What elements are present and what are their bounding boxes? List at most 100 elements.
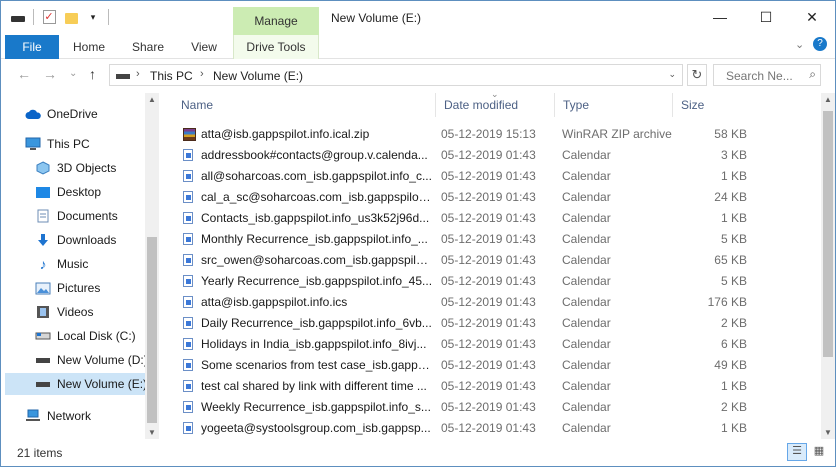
file-row[interactable]: Daily Recurrence_isb.gappspilot.info_6vb… bbox=[173, 313, 773, 334]
calendar-file-icon bbox=[183, 401, 193, 413]
file-row[interactable]: Yearly Recurrence_isb.gappspilot.info_45… bbox=[173, 271, 773, 292]
file-type: Calendar bbox=[562, 148, 611, 162]
file-name: yogeeta@systoolsgroup.com_isb.gappsp... bbox=[201, 421, 431, 435]
properties-icon[interactable]: ✓ bbox=[42, 10, 56, 24]
file-date-modified: 05-12-2019 01:43 bbox=[441, 358, 536, 372]
nav-item-label: This PC bbox=[47, 137, 90, 151]
calendar-file-icon bbox=[183, 275, 193, 287]
column-header-type[interactable]: Type bbox=[555, 93, 673, 117]
back-icon[interactable]: ← bbox=[17, 66, 31, 82]
nav-item-this-pc[interactable]: This PC bbox=[25, 133, 165, 155]
scrollbar-thumb[interactable] bbox=[147, 237, 157, 423]
file-row[interactable]: Contacts_isb.gappspilot.info_us3k52j96d.… bbox=[173, 208, 773, 229]
scroll-down-icon[interactable]: ▼ bbox=[821, 428, 835, 437]
column-header-name[interactable]: Name bbox=[173, 93, 437, 117]
drive-icon bbox=[35, 329, 51, 343]
manage-group-label: Manage bbox=[233, 7, 319, 35]
file-size: 1 KB bbox=[720, 211, 747, 225]
file-row[interactable]: Some scenarios from test case_isb.gapps.… bbox=[173, 355, 773, 376]
nav-item-label: New Volume (D:) bbox=[57, 353, 148, 367]
refresh-button[interactable]: ↻ bbox=[687, 64, 707, 86]
search-input[interactable]: Search Ne... ⌕ bbox=[713, 64, 821, 86]
title-bar: ✓ ▾ Manage New Volume (E:) — ☐ ✕ bbox=[1, 1, 835, 35]
file-type: Calendar bbox=[562, 253, 611, 267]
tab-home[interactable]: Home bbox=[67, 35, 111, 59]
large-icons-view-button[interactable]: ▦ bbox=[809, 443, 829, 461]
tab-view[interactable]: View bbox=[185, 35, 223, 59]
scroll-down-icon[interactable]: ▼ bbox=[145, 428, 159, 437]
file-row[interactable]: atta@isb.gappspilot.info.ics 05-12-2019 0… bbox=[173, 292, 773, 313]
file-type: Calendar bbox=[562, 211, 611, 225]
drive-icon bbox=[35, 353, 51, 367]
file-size: 1 KB bbox=[720, 421, 747, 435]
up-icon[interactable]: ↑ bbox=[89, 66, 96, 82]
zip-archive-icon bbox=[183, 128, 196, 141]
search-icon[interactable]: ⌕ bbox=[809, 67, 816, 82]
file-date-modified: 05-12-2019 01:43 bbox=[441, 190, 536, 204]
navigation-pane: OneDrive This PC 3D Objects Desktop Docu… bbox=[5, 93, 159, 441]
file-date-modified: 05-12-2019 01:43 bbox=[441, 232, 536, 246]
calendar-file-icon bbox=[183, 422, 193, 434]
maximize-icon: ☐ bbox=[759, 8, 773, 25]
cube-icon bbox=[35, 161, 51, 175]
nav-item-onedrive[interactable]: OneDrive bbox=[25, 103, 165, 125]
tab-file[interactable]: File bbox=[5, 35, 59, 59]
file-row[interactable]: atta@isb.gappspilot.info.ical.zip 05-12-2… bbox=[173, 124, 773, 145]
drive-icon bbox=[35, 377, 51, 391]
expand-ribbon-icon[interactable]: ⌄ bbox=[795, 38, 804, 51]
help-icon[interactable]: ? bbox=[813, 37, 827, 51]
ribbon-tabs: File Home Share View Drive Tools ⌄ ? bbox=[1, 35, 835, 59]
close-button[interactable]: ✕ bbox=[789, 1, 835, 33]
file-row[interactable]: cal_a_sc@soharcoas.com_isb.gappspilot...… bbox=[173, 187, 773, 208]
file-type: Calendar bbox=[562, 232, 611, 246]
close-icon: ✕ bbox=[806, 8, 818, 25]
nav-item-new-volume-e[interactable]: New Volume (E:) bbox=[5, 373, 145, 395]
quick-access-toolbar: ✓ ▾ bbox=[11, 9, 109, 25]
navigation-pane-scrollbar[interactable]: ▲ ▼ bbox=[145, 93, 159, 439]
chevron-down-icon[interactable]: ⌄ bbox=[668, 69, 676, 80]
file-row[interactable]: test cal shared by link with different t… bbox=[173, 376, 773, 397]
customize-toolbar-icon[interactable]: ▾ bbox=[86, 10, 100, 24]
address-bar[interactable]: › This PC › New Volume (E:) ⌄ bbox=[109, 64, 683, 86]
file-row[interactable]: Holidays in India_isb.gappspilot.info_8i… bbox=[173, 334, 773, 355]
minimize-icon: — bbox=[713, 9, 727, 25]
nav-item-label: Documents bbox=[57, 209, 118, 223]
documents-icon bbox=[35, 209, 51, 223]
nav-item-network[interactable]: Network bbox=[25, 405, 165, 427]
file-name: Holidays in India_isb.gappspilot.info_8i… bbox=[201, 337, 427, 351]
file-row[interactable]: addressbook#contacts@group.v.calenda... 0… bbox=[173, 145, 773, 166]
calendar-file-icon bbox=[183, 254, 193, 266]
breadcrumb-this-pc[interactable]: This PC bbox=[150, 69, 193, 83]
file-list-scrollbar[interactable]: ▲ ▼ bbox=[821, 93, 835, 439]
calendar-file-icon bbox=[183, 170, 193, 182]
details-view-button[interactable]: ☰ bbox=[787, 443, 807, 461]
computer-icon bbox=[25, 137, 41, 151]
sort-indicator-icon: ⌄ bbox=[491, 89, 499, 99]
file-date-modified: 05-12-2019 01:43 bbox=[441, 253, 536, 267]
scroll-up-icon[interactable]: ▲ bbox=[145, 95, 159, 104]
file-date-modified: 05-12-2019 01:43 bbox=[441, 337, 536, 351]
file-row[interactable]: all@soharcoas.com_isb.gappspilot.info_c.… bbox=[173, 166, 773, 187]
file-row[interactable]: src_owen@soharcoas.com_isb.gappspilot...… bbox=[173, 250, 773, 271]
maximize-button[interactable]: ☐ bbox=[743, 1, 789, 33]
forward-icon[interactable]: → bbox=[43, 66, 57, 82]
cloud-icon bbox=[25, 107, 41, 121]
tab-share[interactable]: Share bbox=[127, 35, 169, 59]
file-row[interactable]: Monthly Recurrence_isb.gappspilot.info_.… bbox=[173, 229, 773, 250]
file-name: Daily Recurrence_isb.gappspilot.info_6vb… bbox=[201, 316, 432, 330]
drive-icon bbox=[116, 74, 130, 79]
new-folder-icon[interactable] bbox=[64, 10, 78, 24]
file-date-modified: 05-12-2019 01:43 bbox=[441, 211, 536, 225]
file-size: 1 KB bbox=[720, 379, 747, 393]
minimize-button[interactable]: — bbox=[697, 1, 743, 33]
file-row[interactable]: yogeeta@systoolsgroup.com_isb.gappsp... 0… bbox=[173, 418, 773, 439]
drive-icon bbox=[11, 10, 25, 24]
scrollbar-thumb[interactable] bbox=[823, 111, 833, 357]
scroll-up-icon[interactable]: ▲ bbox=[821, 95, 835, 104]
tab-drive-tools[interactable]: Drive Tools bbox=[233, 35, 319, 59]
file-row[interactable]: Weekly Recurrence_isb.gappspilot.info_s.… bbox=[173, 397, 773, 418]
calendar-file-icon bbox=[183, 233, 193, 245]
column-header-size[interactable]: Size bbox=[673, 93, 749, 117]
recent-locations-icon[interactable]: ⌄ bbox=[69, 68, 77, 79]
breadcrumb-new-volume[interactable]: New Volume (E:) bbox=[213, 69, 303, 83]
